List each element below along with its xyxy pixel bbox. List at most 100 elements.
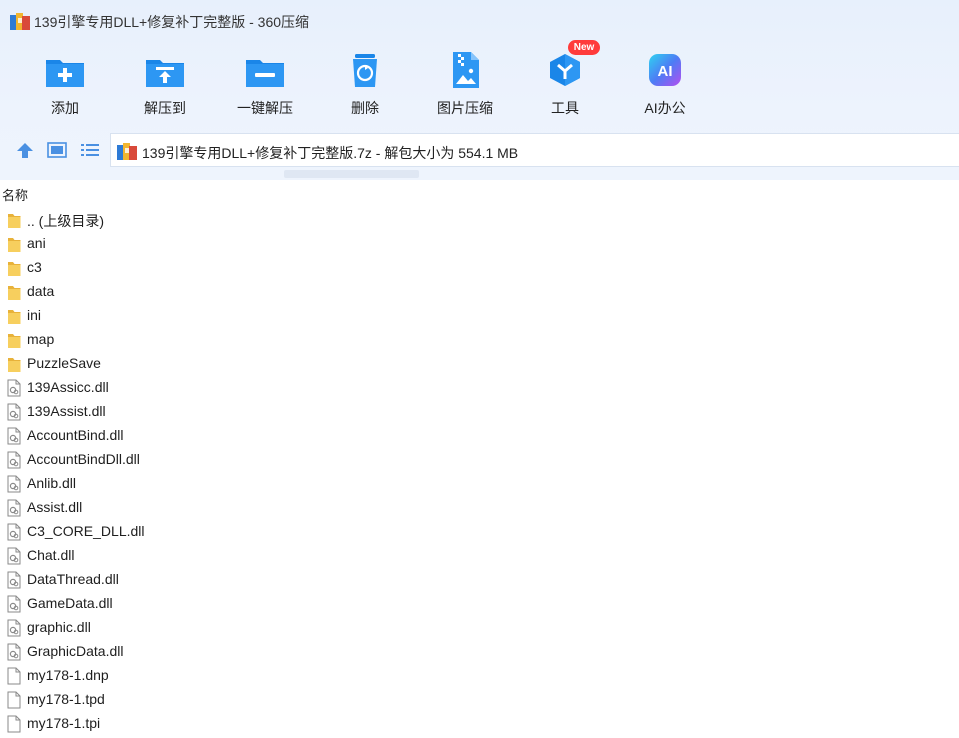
- list-item[interactable]: ini: [0, 304, 959, 328]
- address-text: 139引擎专用DLL+修复补丁完整版.7z - 解包大小为 554.1 MB: [142, 145, 519, 161]
- file-name: AccountBindDll.dll: [27, 451, 140, 467]
- dll-file-icon: [7, 619, 21, 637]
- navigation-bar: 139引擎专用DLL+修复补丁完整版.7z - 解包大小为 554.1 MB: [0, 132, 959, 168]
- file-name: C3_CORE_DLL.dll: [27, 523, 145, 539]
- list-item[interactable]: PuzzleSave: [0, 352, 959, 376]
- file-name: my178-1.tpd: [27, 691, 105, 707]
- dll-file-icon: [7, 547, 21, 565]
- dll-file-icon: [7, 379, 21, 397]
- file-name: 139Assicc.dll: [27, 379, 109, 395]
- delete-button[interactable]: 删除: [315, 44, 415, 124]
- file-name: Chat.dll: [27, 547, 75, 563]
- list-item[interactable]: 139Assicc.dll: [0, 376, 959, 400]
- file-name: GameData.dll: [27, 595, 113, 611]
- extract-to-button[interactable]: 解压到: [115, 44, 215, 124]
- toolbar: 添加 解压到 一键解压 删除 图片压缩 工具 AI AI办公: [0, 44, 959, 124]
- file-name: DataThread.dll: [27, 571, 119, 587]
- list-item[interactable]: data: [0, 280, 959, 304]
- file-name: data: [27, 283, 55, 299]
- ai-office-button[interactable]: AI AI办公: [615, 44, 715, 124]
- list-view-icon[interactable]: [79, 140, 101, 160]
- dll-file-icon: [7, 427, 21, 445]
- dll-file-icon: [7, 499, 21, 517]
- file-name: PuzzleSave: [27, 355, 101, 371]
- list-item[interactable]: my178-1.tpi: [0, 712, 959, 736]
- delete-label: 删除: [351, 100, 379, 116]
- add-icon: [46, 60, 84, 87]
- one-click-extract-label: 一键解压: [237, 100, 293, 116]
- thumbnail-view-icon[interactable]: [46, 140, 68, 160]
- ai-office-icon: AI: [649, 54, 681, 86]
- list-item[interactable]: my178-1.tpd: [0, 688, 959, 712]
- horizontal-scroll-thumb[interactable]: [284, 170, 419, 178]
- one-click-extract-icon: [246, 60, 284, 87]
- file-name: Anlib.dll: [27, 475, 77, 491]
- file-name: Assist.dll: [27, 499, 83, 515]
- list-item[interactable]: graphic.dll: [0, 616, 959, 640]
- image-compress-button[interactable]: 图片压缩: [415, 44, 515, 124]
- ai-icon-text: AI: [658, 63, 673, 80]
- list-item[interactable]: GraphicData.dll: [0, 640, 959, 664]
- file-name: c3: [27, 259, 42, 275]
- folder-icon: [7, 211, 21, 229]
- dll-file-icon: [7, 523, 21, 541]
- file-name: .. (上级目录): [27, 213, 104, 229]
- file-name: AccountBind.dll: [27, 427, 124, 443]
- dll-file-icon: [7, 571, 21, 589]
- file-name: my178-1.dnp: [27, 667, 109, 683]
- dll-file-icon: [7, 403, 21, 421]
- one-click-extract-button[interactable]: 一键解压: [215, 44, 315, 124]
- list-item[interactable]: c3: [0, 256, 959, 280]
- dll-file-icon: [7, 643, 21, 661]
- address-bar[interactable]: 139引擎专用DLL+修复补丁完整版.7z - 解包大小为 554.1 MB: [110, 133, 959, 167]
- tools-button[interactable]: 工具: [515, 44, 615, 124]
- list-item[interactable]: AccountBindDll.dll: [0, 448, 959, 472]
- folder-icon: [7, 259, 21, 277]
- add-button[interactable]: 添加: [15, 44, 115, 124]
- column-name-label: 名称: [2, 188, 29, 203]
- list-item[interactable]: .. (上级目录): [0, 208, 959, 232]
- delete-icon: [353, 54, 377, 87]
- list-item[interactable]: Assist.dll: [0, 496, 959, 520]
- list-item[interactable]: 139Assist.dll: [0, 400, 959, 424]
- list-item[interactable]: C3_CORE_DLL.dll: [0, 520, 959, 544]
- archive-app-icon: [10, 13, 30, 30]
- image-compress-icon: [453, 52, 479, 88]
- file-icon: [7, 715, 21, 733]
- tools-icon: [550, 54, 580, 86]
- file-name: GraphicData.dll: [27, 643, 124, 659]
- file-name: map: [27, 331, 55, 347]
- dll-file-icon: [7, 595, 21, 613]
- extract-to-icon: [146, 60, 184, 87]
- folder-icon: [7, 283, 21, 301]
- extract-to-label: 解压到: [144, 100, 186, 116]
- file-icon: [7, 691, 21, 709]
- up-folder-icon[interactable]: [14, 140, 36, 160]
- tools-label: 工具: [551, 100, 579, 116]
- file-icon: [7, 667, 21, 685]
- folder-icon: [7, 235, 21, 253]
- list-item[interactable]: Chat.dll: [0, 544, 959, 568]
- column-header-name[interactable]: 名称: [0, 184, 959, 204]
- new-badge: New: [568, 40, 600, 55]
- dll-file-icon: [7, 451, 21, 469]
- folder-icon: [7, 307, 21, 325]
- folder-icon: [7, 331, 21, 349]
- list-item[interactable]: ani: [0, 232, 959, 256]
- list-item[interactable]: my178-1.dnp: [0, 664, 959, 688]
- list-item[interactable]: GameData.dll: [0, 592, 959, 616]
- file-name: ini: [27, 307, 42, 323]
- list-item[interactable]: DataThread.dll: [0, 568, 959, 592]
- add-label: 添加: [51, 100, 79, 116]
- list-item[interactable]: AccountBind.dll: [0, 424, 959, 448]
- file-list: .. (上级目录) ani c3 data ini map PuzzleSave 139Ass…: [0, 208, 959, 736]
- window-title: 139引擎专用DLL+修复补丁完整版 - 360压缩: [34, 14, 310, 30]
- ai-office-label: AI办公: [644, 100, 686, 116]
- folder-icon: [7, 355, 21, 373]
- file-name: graphic.dll: [27, 619, 91, 635]
- list-item[interactable]: map: [0, 328, 959, 352]
- dll-file-icon: [7, 475, 21, 493]
- file-name: ani: [27, 235, 46, 251]
- title-bar: 139引擎专用DLL+修复补丁完整版 - 360压缩: [0, 0, 959, 40]
- list-item[interactable]: Anlib.dll: [0, 472, 959, 496]
